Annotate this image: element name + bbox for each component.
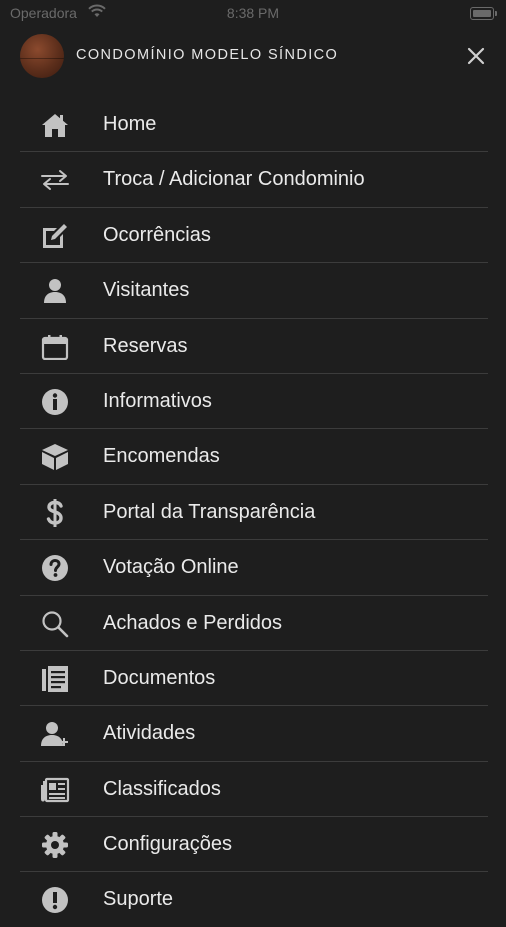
menu-label: Votação Online: [103, 556, 239, 579]
avatar[interactable]: [20, 34, 64, 78]
menu-label: Home: [103, 113, 157, 135]
menu-label: Ocorrências: [103, 223, 211, 246]
menu-item-portal-transparencia[interactable]: Portal da Transparência: [20, 485, 488, 541]
menu-label: Atividades: [103, 722, 196, 745]
menu-label: Informativos: [103, 389, 212, 412]
menu-label: Configurações: [103, 833, 232, 856]
document-icon: [40, 664, 70, 694]
menu-item-classificados[interactable]: Classificados: [20, 762, 488, 818]
search-icon: [40, 609, 70, 639]
edit-icon: [40, 221, 70, 251]
person-plus-icon: [40, 719, 70, 749]
info-icon: [40, 387, 70, 417]
menu-item-documentos[interactable]: Documentos: [20, 651, 488, 707]
gear-icon: [40, 830, 70, 860]
menu-item-home[interactable]: Home: [20, 97, 488, 153]
status-time: 8:38 PM: [226, 5, 280, 21]
navigation-menu: Home Troca / Adicionar Condominio Ocorrê…: [20, 97, 488, 927]
newspaper-icon: [40, 775, 70, 805]
menu-item-achados-perdidos[interactable]: Achados e Perdidos: [20, 596, 488, 651]
calendar-icon: [40, 332, 70, 362]
menu-label: Portal da Transparência: [103, 500, 316, 523]
menu-item-reservas[interactable]: Reservas: [20, 319, 488, 374]
package-icon: [40, 442, 70, 472]
question-icon: [40, 553, 70, 583]
swap-icon: [40, 165, 70, 195]
menu-item-troca-condominio[interactable]: Troca / Adicionar Condominio: [20, 152, 488, 208]
home-icon: [40, 110, 70, 140]
menu-label: Achados e Perdidos: [103, 611, 283, 634]
menu-item-ocorrencias[interactable]: Ocorrências: [20, 208, 488, 264]
menu-item-atividades[interactable]: Atividades: [20, 706, 488, 762]
menu-label: Encomendas: [103, 445, 220, 468]
menu-item-visitantes[interactable]: Visitantes: [20, 263, 488, 319]
menu-item-informativos[interactable]: Informativos: [20, 374, 488, 430]
drawer-header: CONDOMÍNIO MODELO SÍNDICO: [0, 28, 506, 84]
menu-label: Classificados: [103, 777, 221, 800]
menu-label: Troca / Adicionar Condominio: [103, 168, 365, 191]
status-bar: Operadora 8:38 PM: [0, 0, 506, 28]
condominium-name: CONDOMÍNIO MODELO SÍNDICO: [76, 47, 339, 63]
dollar-icon: [40, 498, 70, 528]
menu-item-configuracoes[interactable]: Configurações: [20, 817, 488, 873]
menu-label: Documentos: [103, 666, 216, 689]
close-button[interactable]: [464, 44, 488, 68]
menu-item-votacao-online[interactable]: Votação Online: [20, 540, 488, 596]
menu-item-encomendas[interactable]: Encomendas: [20, 429, 488, 485]
person-icon: [40, 276, 70, 306]
menu-label: Reservas: [103, 334, 188, 357]
support-icon: [40, 885, 70, 915]
battery-icon: [470, 7, 497, 20]
menu-label: Visitantes: [103, 279, 190, 302]
close-icon: [467, 47, 485, 65]
